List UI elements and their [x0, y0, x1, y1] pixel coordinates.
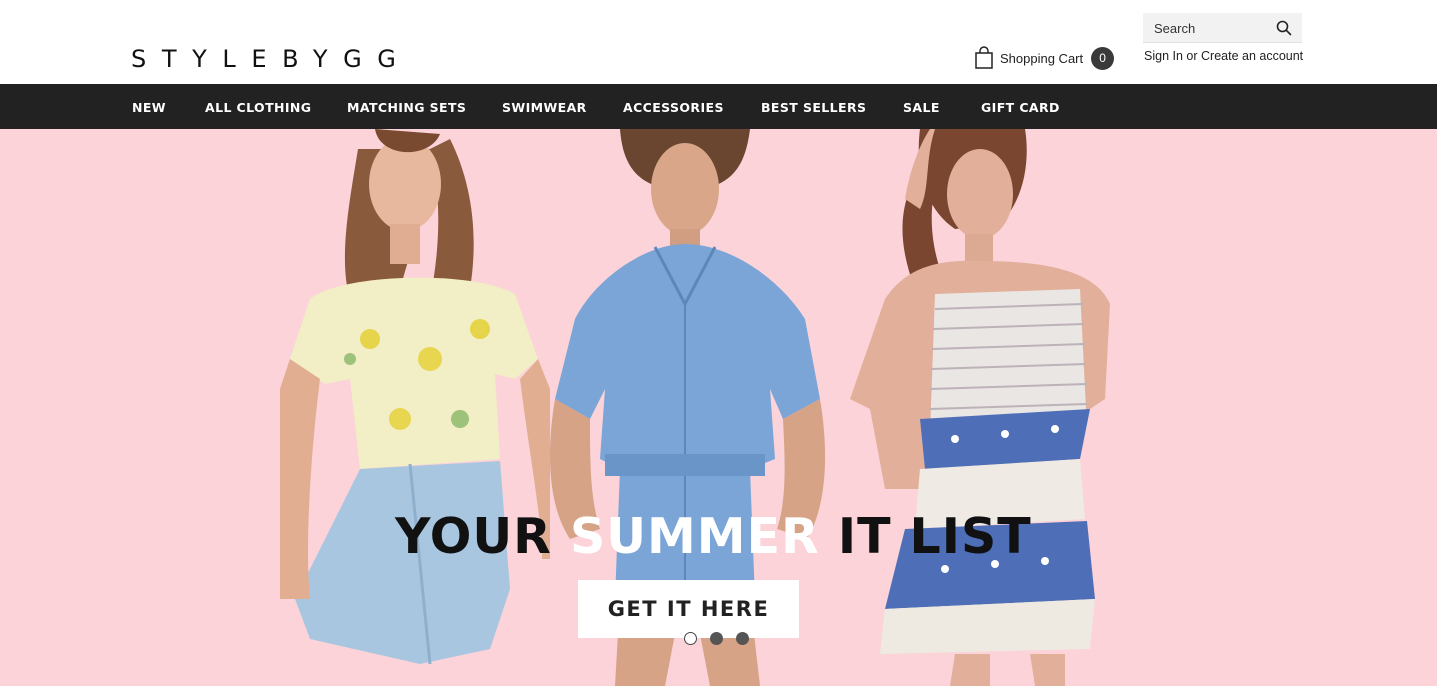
create-account-link[interactable]: Create an account [1201, 49, 1303, 63]
nav-item-swimwear[interactable]: SWIMWEAR [502, 84, 587, 129]
hero-headline: YOUR SUMMER IT LIST [395, 507, 1032, 567]
search-bar [1143, 13, 1302, 43]
nav-item-matching-sets[interactable]: MATCHING SETS [347, 84, 466, 129]
hero-banner[interactable]: YOUR SUMMER IT LIST GET IT HERE [0, 129, 1437, 686]
slide-dot-3[interactable] [736, 632, 749, 645]
headline-part-1: YOUR [395, 508, 570, 565]
headline-highlight: SUMMER [569, 508, 820, 565]
cart-label: Shopping Cart [1000, 50, 1084, 66]
search-icon[interactable] [1275, 19, 1293, 37]
nav-item-all-clothing[interactable]: ALL CLOTHING [205, 84, 311, 129]
account-separator: or [1186, 49, 1201, 63]
site-logo[interactable]: STYLEBYGG [131, 46, 412, 72]
nav-item-gift-card[interactable]: GIFT CARD [981, 84, 1060, 129]
account-links: Sign In or Create an account [1144, 49, 1303, 63]
nav-item-sale[interactable]: SALE [903, 84, 940, 129]
main-nav: NEW ALL CLOTHING MATCHING SETS SWIMWEAR … [0, 84, 1437, 129]
nav-item-accessories[interactable]: ACCESSORIES [623, 84, 724, 129]
slide-dot-1[interactable] [684, 632, 697, 645]
search-input[interactable] [1143, 13, 1273, 43]
slider-pagination [684, 632, 749, 645]
get-it-here-button[interactable]: GET IT HERE [578, 580, 799, 638]
cart-count-badge: 0 [1091, 46, 1115, 70]
nav-item-best-sellers[interactable]: BEST SELLERS [761, 84, 866, 129]
sign-in-link[interactable]: Sign In [1144, 49, 1183, 63]
shopping-bag-icon [975, 46, 993, 69]
model-image-floral-top [280, 129, 550, 665]
headline-part-2: IT LIST [819, 508, 1032, 565]
site-header: STYLEBYGG Shopping Cart 0 Sign In or Cre… [0, 0, 1437, 84]
model-image-tiered-skirt [850, 129, 1110, 686]
nav-item-new[interactable]: NEW [132, 84, 166, 129]
slide-dot-2[interactable] [710, 632, 723, 645]
shopping-cart-link[interactable]: Shopping Cart 0 [974, 45, 1115, 71]
